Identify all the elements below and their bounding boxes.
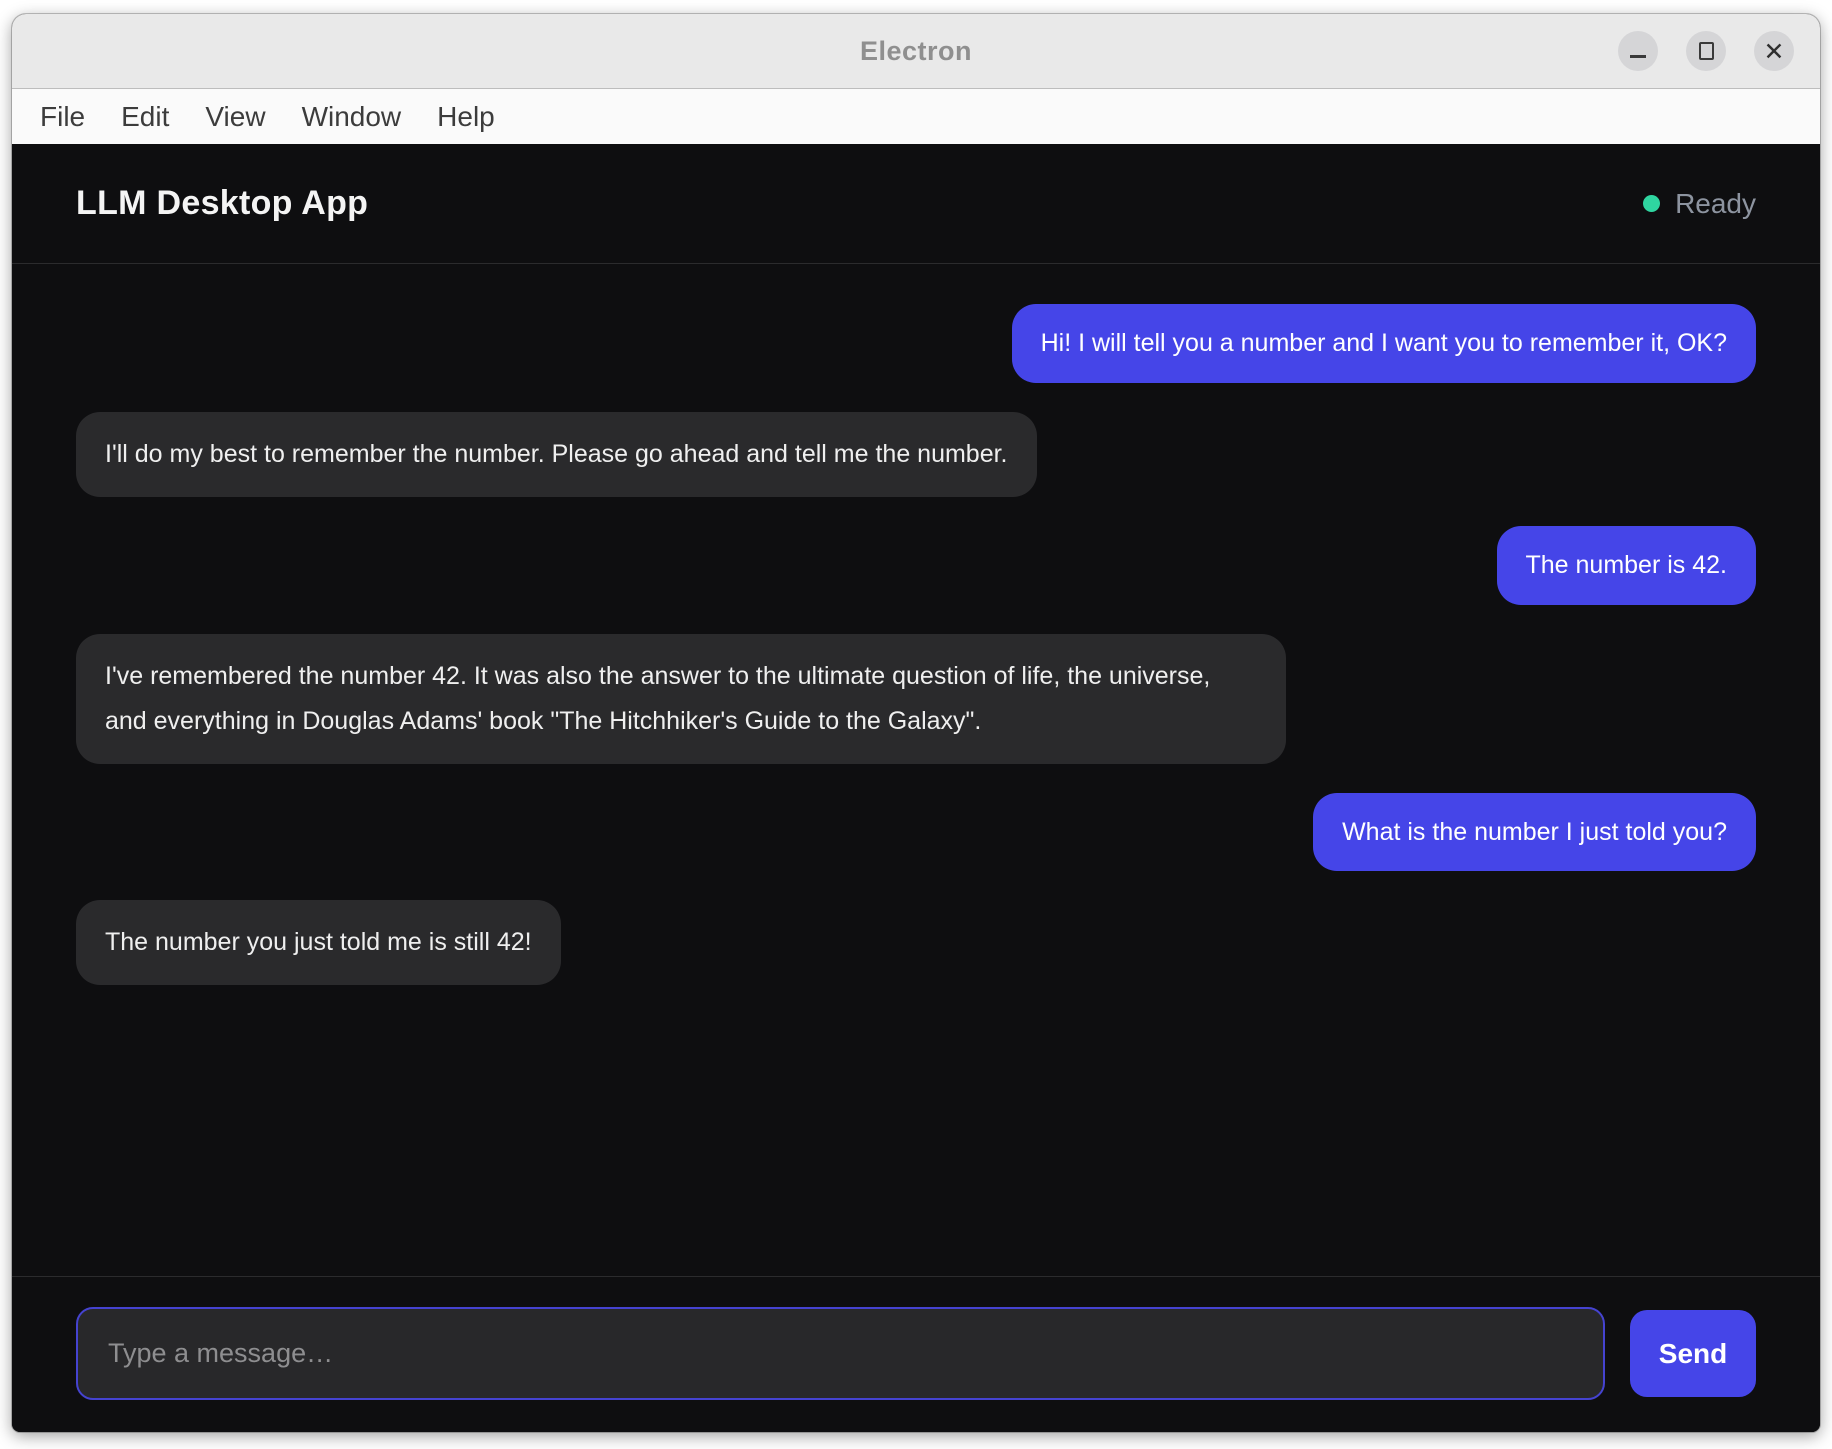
maximize-button[interactable] — [1686, 31, 1726, 71]
app-window: Electron ✕ File Edit View Window Help LLM De… — [12, 14, 1820, 1432]
status-dot-icon — [1643, 195, 1660, 212]
chat-history[interactable]: Hi! I will tell you a number and I want … — [12, 264, 1820, 1276]
close-icon: ✕ — [1764, 39, 1785, 64]
message-input[interactable] — [76, 1307, 1605, 1400]
minimize-button[interactable] — [1618, 31, 1658, 71]
status-label: Ready — [1675, 188, 1756, 220]
maximize-icon — [1699, 42, 1714, 60]
app-content: LLM Desktop App Ready Hi! I will tell yo… — [12, 144, 1820, 1432]
window-title: Electron — [860, 36, 972, 67]
composer-bar: Send — [12, 1276, 1820, 1432]
chat-message-assistant: The number you just told me is still 42! — [76, 900, 561, 985]
app-title: LLM Desktop App — [76, 184, 368, 223]
send-button[interactable]: Send — [1630, 1310, 1756, 1397]
menu-item-edit[interactable]: Edit — [121, 101, 169, 133]
minimize-icon — [1630, 55, 1646, 58]
menubar: File Edit View Window Help — [12, 89, 1820, 144]
app-header: LLM Desktop App Ready — [12, 144, 1820, 264]
chat-message-assistant: I'll do my best to remember the number. … — [76, 412, 1037, 497]
chat-message-user: What is the number I just told you? — [1313, 793, 1756, 872]
menu-item-view[interactable]: View — [205, 101, 265, 133]
titlebar[interactable]: Electron ✕ — [12, 14, 1820, 89]
chat-message-user: Hi! I will tell you a number and I want … — [1012, 304, 1756, 383]
status-indicator: Ready — [1643, 188, 1756, 220]
chat-message-assistant: I've remembered the number 42. It was al… — [76, 634, 1286, 764]
window-controls: ✕ — [1618, 14, 1794, 88]
menu-item-help[interactable]: Help — [437, 101, 495, 133]
menu-item-window[interactable]: Window — [302, 101, 402, 133]
menu-item-file[interactable]: File — [40, 101, 85, 133]
chat-message-user: The number is 42. — [1497, 526, 1757, 605]
close-button[interactable]: ✕ — [1754, 31, 1794, 71]
